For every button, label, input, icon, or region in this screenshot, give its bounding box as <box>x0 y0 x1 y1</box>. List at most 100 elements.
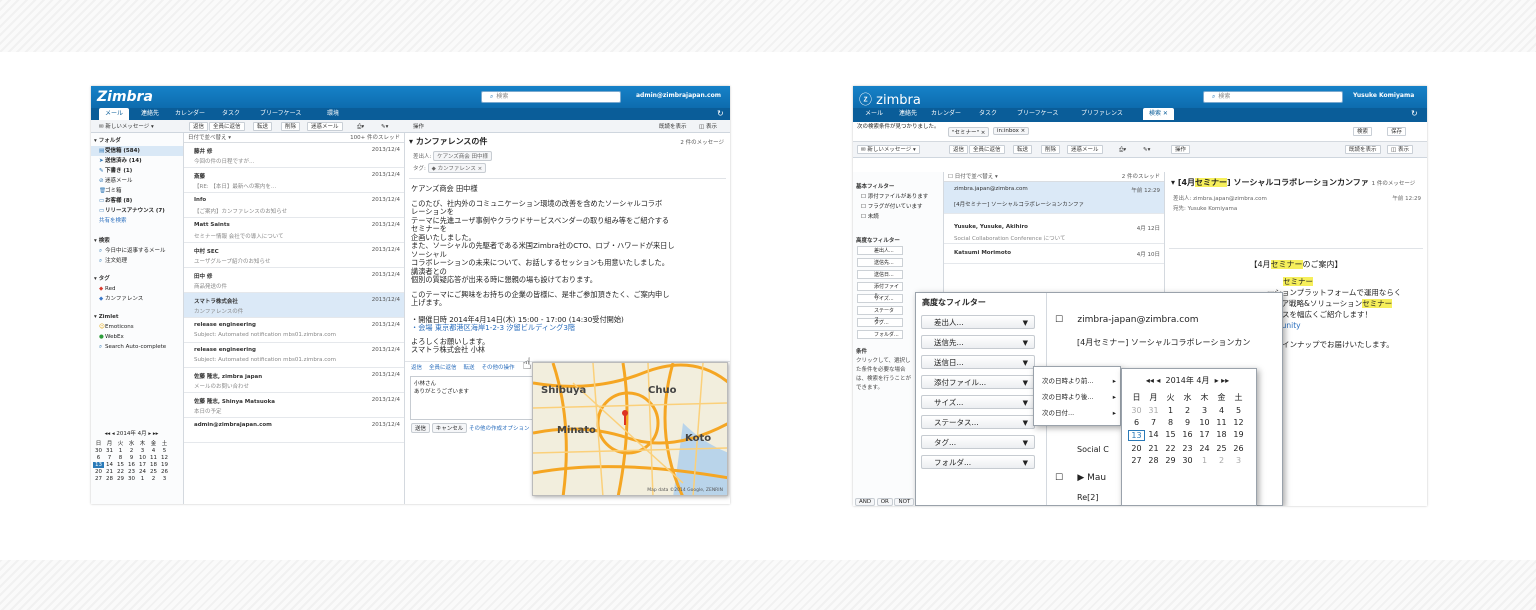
actions-button[interactable]: 操作 <box>1171 145 1191 154</box>
list-item[interactable]: Yusuke, Yusuke, Akihiro 4月 12日 Social Co… <box>944 214 1164 244</box>
tab-mail[interactable]: メール <box>99 108 130 120</box>
calendar-day[interactable]: 14 <box>104 462 115 468</box>
delete-button[interactable]: 削除 <box>281 122 301 131</box>
calendar-day[interactable]: 31 <box>1145 406 1162 415</box>
tab-briefcase[interactable]: ブリーフケース <box>1011 108 1064 120</box>
filter-dropdown-button[interactable]: サイズ... ▼ <box>921 395 1035 409</box>
saved-search-item[interactable]: ⌕ 注文処理 <box>91 256 183 266</box>
calendar-day[interactable]: 11 <box>1213 418 1230 427</box>
advanced-filter-button[interactable]: ステータス... <box>857 306 903 323</box>
calendar-day[interactable]: 6 <box>1128 418 1145 427</box>
list-item[interactable]: 藤井 修 2013/12/4 今回の件の日程ですが… <box>184 143 404 168</box>
calendar-day[interactable]: 25 <box>1213 444 1230 453</box>
list-item[interactable]: 斎藤 2013/12/4 【RE: 【本日】最新への案内を… <box>184 168 404 193</box>
next-year-icon[interactable]: ▸▸ <box>1221 376 1229 385</box>
menu-item-before[interactable]: 次の日時より前... ▸ <box>1034 373 1120 389</box>
advanced-filter-button[interactable]: サイズ... <box>857 294 903 303</box>
calendar-day[interactable]: 26 <box>1230 444 1247 453</box>
reply-button[interactable]: 返信 <box>189 122 209 131</box>
read-more-button[interactable]: 既読を表示 <box>655 122 691 131</box>
tab-search[interactable]: 検索 ✕ <box>1143 108 1174 120</box>
more-actions-link[interactable]: その他の操作 <box>482 365 515 371</box>
sort-selector[interactable]: 日付で並べ替え <box>955 174 994 180</box>
list-item[interactable]: release engineering 2013/12/4 Subject: Aut… <box>184 318 404 343</box>
filter-dropdown-button[interactable]: 送信先... ▼ <box>921 335 1035 349</box>
reply-all-link[interactable]: 全員に返信 <box>429 365 457 371</box>
calendar-day[interactable]: 30 <box>93 448 104 454</box>
calendar-day[interactable]: 12 <box>159 455 170 461</box>
sender-chip[interactable]: ケアンズ商会 田中様 <box>433 151 493 161</box>
read-more-button[interactable]: 既読を表示 <box>1345 145 1381 154</box>
calendar-day[interactable]: 2 <box>148 476 159 482</box>
filter-dropdown-button[interactable]: 添付ファイル... ▼ <box>921 375 1035 389</box>
zimlet-webex[interactable]: ●WebEx <box>91 332 183 342</box>
tag-icon[interactable]: ✎▾ <box>1139 145 1154 154</box>
list-item[interactable]: zimbra.japan@zimbra.com 午前 12:29 [4月セミナー… <box>944 182 1164 214</box>
tab-mail[interactable]: メール <box>859 108 889 120</box>
calendar-day[interactable]: 25 <box>148 469 159 475</box>
filter-dropdown-button[interactable]: フォルダ... ▼ <box>921 455 1035 469</box>
filter-unread[interactable]: ☐ 未読 <box>853 212 943 222</box>
calendar-day[interactable]: 11 <box>148 455 159 461</box>
more-compose-options-link[interactable]: その他の作成オプション <box>469 426 530 432</box>
calendar-day[interactable]: 9 <box>126 455 137 461</box>
tab-tasks[interactable]: タスク <box>216 108 246 120</box>
advanced-filter-button[interactable]: 差出人... <box>857 246 903 255</box>
calendar-day[interactable]: 1 <box>1162 406 1179 415</box>
calendar-day[interactable]: 28 <box>1145 456 1162 465</box>
calendar-day[interactable]: 30 <box>1179 456 1196 465</box>
sender-address[interactable]: zimbra.japan@zimbra.com <box>1193 196 1267 202</box>
calendar-day[interactable]: 4 <box>1213 406 1230 415</box>
delete-button[interactable]: 削除 <box>1041 145 1061 154</box>
tab-preferences[interactable]: プリファレンス <box>1075 108 1129 120</box>
filter-dropdown-button[interactable]: ステータス... ▼ <box>921 415 1035 429</box>
calendar-day[interactable]: 26 <box>159 469 170 475</box>
calendar-day[interactable]: 24 <box>1196 444 1213 453</box>
next-month-icon[interactable]: ▸ <box>1215 376 1219 385</box>
folder-inbox[interactable]: ▤受信箱 (584) <box>91 146 183 156</box>
advanced-filter-button[interactable]: タグ... <box>857 318 903 327</box>
tab-search[interactable]: 環境 <box>321 108 345 120</box>
search-chip-folder[interactable]: in:inbox × <box>993 127 1030 135</box>
tag-chip[interactable]: ◆ カンファレンス × <box>427 163 487 173</box>
calendar-day[interactable]: 23 <box>1179 444 1196 453</box>
calendar-day[interactable]: 30 <box>1128 406 1145 415</box>
list-item[interactable]: 佐藤 隆志, Shinya Matsuoka 2013/12/4 本日の予定 <box>184 393 404 418</box>
filter-dropdown-button[interactable]: タグ... ▼ <box>921 435 1035 449</box>
tab-contacts[interactable]: 連絡先 <box>893 108 923 120</box>
find-shares-link[interactable]: 共有を検索 <box>91 216 183 226</box>
zimlet-autocomplete[interactable]: ⌕ Search Auto-complete <box>91 342 183 352</box>
print-icon[interactable]: ⎙▾ <box>353 122 368 131</box>
calendar-day[interactable]: 27 <box>93 476 104 482</box>
advanced-filter-button[interactable]: 送信先... <box>857 258 903 267</box>
menu-item-after[interactable]: 次の日時より後... ▸ <box>1034 389 1120 405</box>
filter-dropdown-button[interactable]: 差出人... ▼ <box>921 315 1035 329</box>
or-button[interactable]: OR <box>876 498 893 506</box>
forward-button[interactable]: 転送 <box>253 122 273 131</box>
folder-drafts[interactable]: ✎下書き (1) <box>91 166 183 176</box>
list-item[interactable]: スマトラ株式会社 2013/12/4 カンファレンスの件 <box>184 293 404 318</box>
refresh-icon[interactable]: ↻ <box>717 109 724 118</box>
folder-trash[interactable]: 🗑ゴミ箱 <box>91 186 183 196</box>
calendar-day[interactable]: 3 <box>159 476 170 482</box>
list-item[interactable]: Katsumi Morimoto 4月 10日 <box>944 244 1164 264</box>
calendar-day[interactable]: 2 <box>1179 406 1196 415</box>
list-item[interactable]: admin@zimbrajapan.com 2013/12/4 <box>184 418 404 443</box>
list-item[interactable]: 田中 修 2013/12/4 商品発送の件 <box>184 268 404 293</box>
folder-spam[interactable]: ⊘迷惑メール <box>91 176 183 186</box>
reply-all-button[interactable]: 全員に返信 <box>209 122 245 131</box>
tag-item-red[interactable]: ◆ Red <box>91 284 183 294</box>
calendar-day[interactable]: 15 <box>1162 430 1179 441</box>
calendar-day[interactable]: 17 <box>137 462 148 468</box>
forward-button[interactable]: 転送 <box>1013 145 1033 154</box>
prev-year-icon[interactable]: ◂◂ <box>1146 376 1154 385</box>
calendar-day[interactable]: 2 <box>1213 456 1230 465</box>
cancel-button[interactable]: キャンセル <box>431 422 468 433</box>
calendar-day[interactable]: 4 <box>148 448 159 454</box>
folders-header[interactable]: ▾ フォルダ <box>91 136 183 146</box>
calendar-day[interactable]: 18 <box>148 462 159 468</box>
and-button[interactable]: AND <box>855 498 876 506</box>
new-message-button[interactable]: ✉ 新しいメッセージ ▾ <box>95 122 158 131</box>
print-icon[interactable]: ⎙▾ <box>1115 145 1130 154</box>
calendar-day[interactable]: 15 <box>115 462 126 468</box>
